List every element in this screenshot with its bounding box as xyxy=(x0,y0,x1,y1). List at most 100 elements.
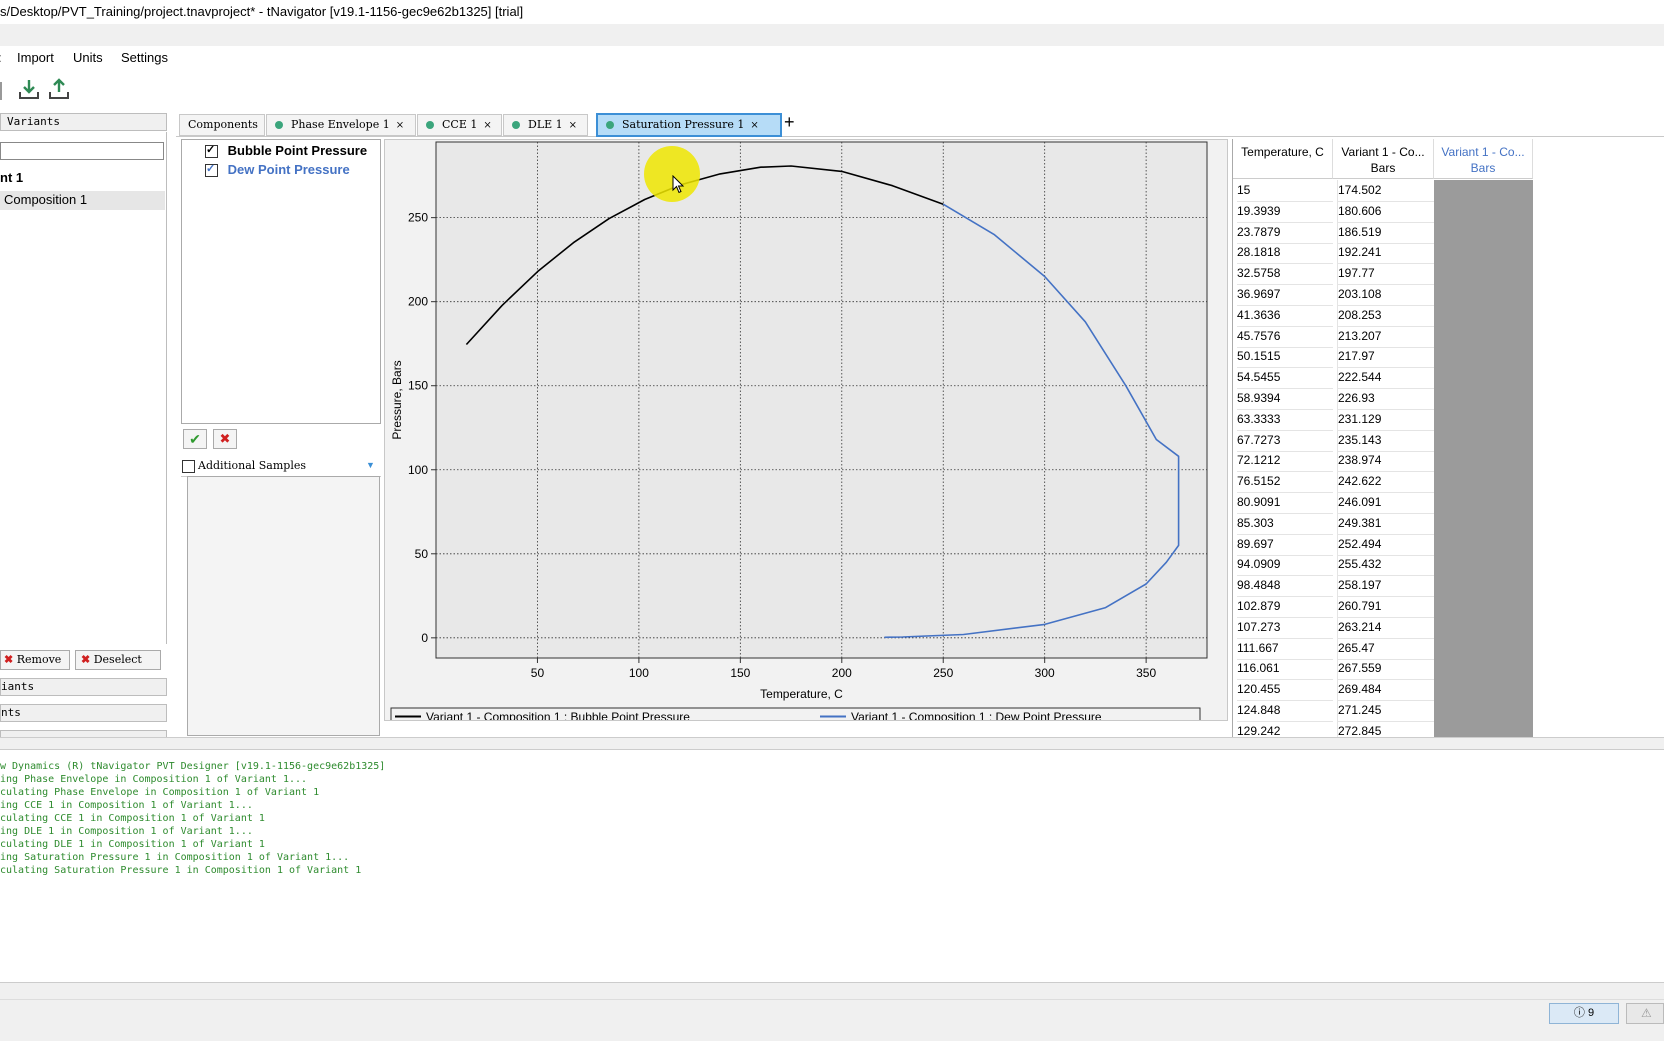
table-cell-temperature[interactable]: 23.7879 xyxy=(1237,222,1333,244)
table-cell-empty[interactable] xyxy=(1434,346,1533,369)
table-cell-pressure[interactable]: 231.129 xyxy=(1337,408,1435,431)
table-cell-temperature[interactable]: 50.1515 xyxy=(1237,346,1333,369)
table-cell-pressure[interactable]: 258.197 xyxy=(1337,575,1435,598)
warning-messages-button[interactable]: ⚠ xyxy=(1626,1003,1664,1024)
table-cell-empty[interactable] xyxy=(1434,408,1533,431)
table-cell-pressure[interactable]: 222.544 xyxy=(1337,367,1435,390)
tab-phase-envelope[interactable]: Phase Envelope 1 × xyxy=(266,114,416,136)
table-cell-pressure[interactable]: 267.559 xyxy=(1337,658,1435,681)
table-cell-temperature[interactable]: 41.3636 xyxy=(1237,305,1333,327)
series-item-bubble[interactable]: Bubble Point Pressure xyxy=(205,143,367,159)
table-cell-pressure[interactable]: 226.93 xyxy=(1337,388,1435,410)
table-cell-temperature[interactable]: 107.273 xyxy=(1237,617,1333,639)
table-cell-pressure[interactable]: 265.47 xyxy=(1337,637,1435,660)
variants-filter-input[interactable] xyxy=(0,142,164,160)
menu-item-units[interactable]: Units xyxy=(73,50,103,65)
table-cell-temperature[interactable]: 89.697 xyxy=(1237,534,1333,556)
table-cell-temperature[interactable]: 54.5455 xyxy=(1237,367,1333,390)
table-cell-temperature[interactable]: 67.7273 xyxy=(1237,430,1333,452)
table-cell-temperature[interactable]: 111.667 xyxy=(1237,638,1333,660)
table-cell-temperature[interactable]: 94.0909 xyxy=(1237,554,1333,577)
table-cell-pressure[interactable]: 208.253 xyxy=(1337,304,1435,327)
table-cell-empty[interactable] xyxy=(1434,429,1533,452)
table-cell-pressure[interactable]: 217.97 xyxy=(1337,346,1435,369)
table-cell-temperature[interactable]: 80.9091 xyxy=(1237,492,1333,514)
table-cell-pressure[interactable]: 272.845 xyxy=(1337,720,1435,737)
menu-item-import[interactable]: Import xyxy=(17,50,54,65)
add-tab-button[interactable]: + xyxy=(784,112,795,133)
tab-saturation-pressure[interactable]: Saturation Pressure 1 × xyxy=(596,113,782,137)
table-header-cell[interactable]: Variant 1 - Co... Bars xyxy=(1333,139,1434,179)
table-cell-empty[interactable] xyxy=(1434,637,1533,660)
table-cell-temperature[interactable]: 32.5758 xyxy=(1237,263,1333,286)
table-cell-pressure[interactable]: 203.108 xyxy=(1337,284,1435,306)
menu-item-settings[interactable]: Settings xyxy=(121,50,168,65)
table-cell-pressure[interactable]: 269.484 xyxy=(1337,679,1435,702)
table-cell-empty[interactable] xyxy=(1434,658,1533,681)
clear-button[interactable]: ✖ xyxy=(213,429,237,449)
tree-item-composition-row[interactable]: Composition 1 xyxy=(0,191,165,210)
table-cell-empty[interactable] xyxy=(1434,700,1533,722)
additional-samples-checkbox[interactable] xyxy=(182,460,195,473)
table-cell-empty[interactable] xyxy=(1434,450,1533,473)
table-cell-empty[interactable] xyxy=(1434,533,1533,556)
tab-cce[interactable]: CCE 1 × xyxy=(417,114,502,136)
table-cell-pressure[interactable]: 213.207 xyxy=(1337,325,1435,348)
table-cell-pressure[interactable]: 180.606 xyxy=(1337,200,1435,223)
table-cell-empty[interactable] xyxy=(1434,720,1533,737)
table-cell-empty[interactable] xyxy=(1434,471,1533,494)
chevron-down-icon[interactable]: ▼ xyxy=(366,460,375,470)
table-cell-empty[interactable] xyxy=(1434,367,1533,390)
table-cell-empty[interactable] xyxy=(1434,325,1533,348)
table-cell-temperature[interactable]: 116.061 xyxy=(1237,658,1333,681)
table-cell-pressure[interactable]: 271.245 xyxy=(1337,700,1435,722)
table-cell-pressure[interactable]: 174.502 xyxy=(1337,180,1435,202)
table-header-cell[interactable]: Temperature, C xyxy=(1233,139,1333,179)
table-cell-pressure[interactable]: 246.091 xyxy=(1337,492,1435,514)
table-cell-pressure[interactable]: 235.143 xyxy=(1337,429,1435,452)
table-cell-temperature[interactable]: 85.303 xyxy=(1237,513,1333,535)
table-cell-empty[interactable] xyxy=(1434,596,1533,618)
sidebar-section-2[interactable]: iants xyxy=(0,678,167,696)
remove-button[interactable]: ✖ Remove xyxy=(0,650,70,670)
table-cell-pressure[interactable]: 238.974 xyxy=(1337,450,1435,473)
table-cell-pressure[interactable]: 249.381 xyxy=(1337,512,1435,535)
deselect-button[interactable]: ✖ Deselect xyxy=(75,650,161,670)
table-cell-empty[interactable] xyxy=(1434,554,1533,577)
table-cell-pressure[interactable]: 186.519 xyxy=(1337,221,1435,244)
import-icon[interactable] xyxy=(16,78,42,104)
table-cell-temperature[interactable]: 98.4848 xyxy=(1237,575,1333,598)
table-cell-empty[interactable] xyxy=(1434,263,1533,286)
table-cell-pressure[interactable]: 197.77 xyxy=(1337,263,1435,286)
table-cell-temperature[interactable]: 124.848 xyxy=(1237,700,1333,722)
table-cell-temperature[interactable]: 129.242 xyxy=(1237,721,1333,737)
table-cell-empty[interactable] xyxy=(1434,388,1533,410)
table-header-cell[interactable]: Variant 1 - Co... Bars xyxy=(1434,139,1533,179)
close-icon[interactable]: × xyxy=(396,120,404,131)
tab-components[interactable]: Components xyxy=(179,114,265,136)
close-icon[interactable]: × xyxy=(569,120,577,131)
table-cell-empty[interactable] xyxy=(1434,242,1533,265)
table-cell-temperature[interactable]: 45.7576 xyxy=(1237,326,1333,348)
table-cell-temperature[interactable]: 58.9394 xyxy=(1237,388,1333,410)
table-cell-empty[interactable] xyxy=(1434,180,1533,202)
table-cell-temperature[interactable]: 36.9697 xyxy=(1237,284,1333,306)
table-cell-empty[interactable] xyxy=(1434,492,1533,514)
export-icon[interactable] xyxy=(46,78,72,104)
table-cell-pressure[interactable]: 252.494 xyxy=(1337,533,1435,556)
table-cell-empty[interactable] xyxy=(1434,200,1533,223)
table-cell-temperature[interactable]: 28.1818 xyxy=(1237,242,1333,265)
tab-dle[interactable]: DLE 1 × xyxy=(503,114,588,136)
table-cell-temperature[interactable]: 72.1212 xyxy=(1237,450,1333,473)
table-cell-empty[interactable] xyxy=(1434,512,1533,535)
table-cell-pressure[interactable]: 255.432 xyxy=(1337,554,1435,577)
table-cell-pressure[interactable]: 260.791 xyxy=(1337,596,1435,618)
table-cell-temperature[interactable]: 102.879 xyxy=(1237,596,1333,618)
table-cell-temperature[interactable]: 76.5152 xyxy=(1237,471,1333,494)
table-cell-empty[interactable] xyxy=(1434,679,1533,702)
sidebar-section-3[interactable]: nts xyxy=(0,704,167,722)
table-cell-temperature[interactable]: 120.455 xyxy=(1237,679,1333,702)
splitter[interactable] xyxy=(0,737,1664,750)
table-cell-empty[interactable] xyxy=(1434,575,1533,598)
table-cell-pressure[interactable]: 192.241 xyxy=(1337,242,1435,265)
